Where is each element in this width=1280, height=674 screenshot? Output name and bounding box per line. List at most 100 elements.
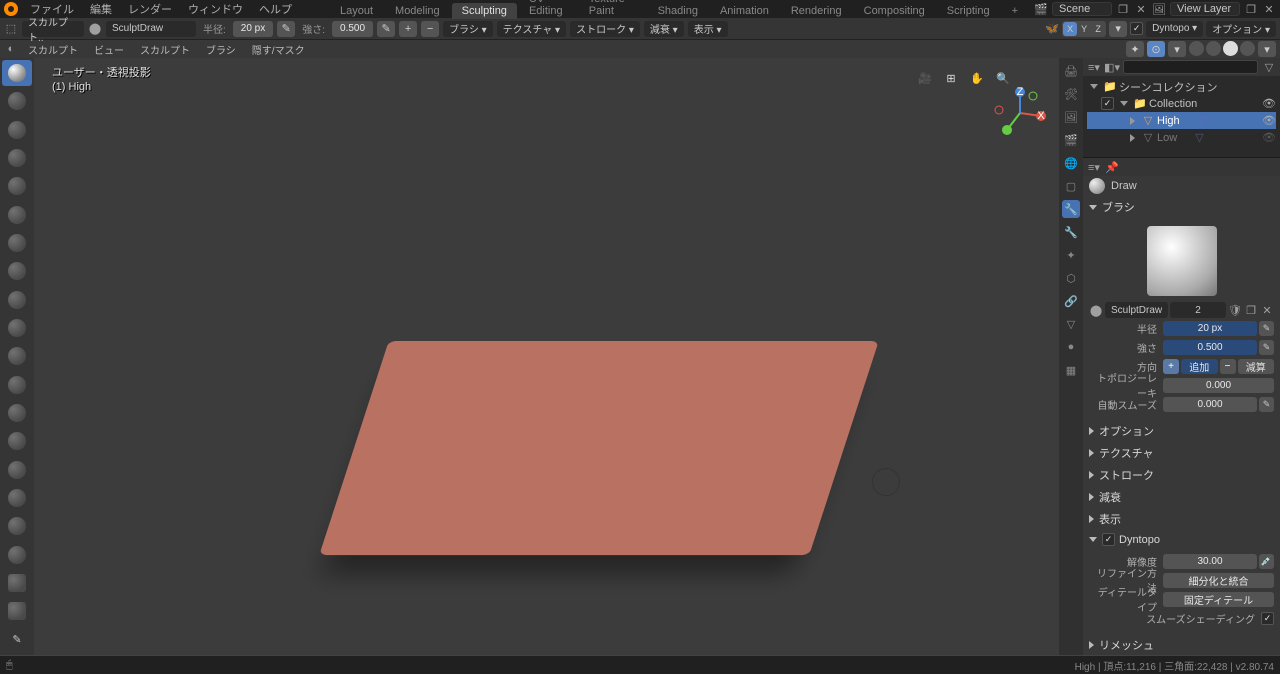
tool-boxmask[interactable] [2,570,32,596]
tool-scrape[interactable] [2,343,32,369]
mirror-x[interactable]: X [1063,22,1077,36]
tool-smooth[interactable] [2,258,32,284]
strength-field[interactable]: 0.500 [332,21,373,37]
radius-field[interactable]: 20 px [233,21,273,37]
tool-annotate[interactable]: ✎ [2,627,32,653]
ws-scripting[interactable]: Scripting [937,3,1000,19]
rtab-world[interactable]: 🌐 [1062,154,1080,172]
ws-sculpting[interactable]: Sculpting [452,3,517,19]
menu-help[interactable]: ヘルプ [251,1,300,17]
sub-sculpt[interactable]: スカルプト [22,42,84,57]
rtab-constraints[interactable]: 🔗 [1062,292,1080,310]
tree-item-high[interactable]: ▽ High ▽ 👁 [1087,112,1276,129]
hdr-display-menu[interactable]: 表示 ▾ [688,21,728,37]
tool-flatten[interactable] [2,287,32,313]
dyntopo-check[interactable] [1130,22,1143,35]
outliner-type-icon[interactable]: ≡▾ [1087,60,1101,74]
panel-dyntopo[interactable]: Dyntopo [1083,530,1280,549]
shade-rendered-icon[interactable] [1240,41,1255,56]
tool-mask[interactable] [2,542,32,568]
dir-sub-btn[interactable]: − [1220,359,1236,374]
outliner-search[interactable] [1123,60,1258,74]
tool-draw[interactable] [2,60,32,86]
viewlayer-del-icon[interactable]: ✕ [1262,2,1276,16]
vp-zoom-icon[interactable]: 🔍 [993,68,1013,88]
tree-item-low[interactable]: ▽ Low ▽ 👁 [1087,129,1276,146]
brush-name-prop[interactable]: SculptDraw [1105,302,1168,318]
panel-options[interactable]: オプション [1083,420,1280,442]
dir-add-btn[interactable]: + [1163,359,1179,374]
sub-view[interactable]: ビュー [88,42,130,57]
shade-wire-icon[interactable] [1189,41,1204,56]
ws-layout[interactable]: Layout [330,3,383,19]
ws-modeling[interactable]: Modeling [385,3,450,19]
rtab-mesh[interactable]: ▽ [1062,315,1080,333]
dir-add-icon[interactable]: + [399,21,417,37]
autosmooth-pressure-icon[interactable]: ✎ [1259,397,1274,412]
radius-pressure-icon[interactable]: ✎ [1259,321,1274,336]
menu-render[interactable]: レンダー [120,1,180,17]
vp-hand-icon[interactable]: ✋ [967,68,987,88]
rtab-scene[interactable]: 🎬 [1062,131,1080,149]
mirror-y[interactable]: Y [1077,22,1091,36]
panel-remesh[interactable]: リメッシュ [1083,634,1280,655]
outliner-display-icon[interactable]: ◧▾ [1105,60,1119,74]
menu-edit[interactable]: 編集 [82,1,120,17]
prop-autosmooth[interactable]: 0.000 [1163,397,1257,412]
hdr-stroke-menu[interactable]: ストローク ▾ [570,21,640,37]
hdr-brush-menu[interactable]: ブラシ ▾ [443,21,493,37]
scene-del-icon[interactable]: ✕ [1134,2,1148,16]
eye-icon[interactable]: 👁 [1262,114,1276,127]
tool-thumb[interactable] [2,457,32,483]
eye-icon[interactable]: 👁 [1262,97,1276,110]
brush-new-icon[interactable]: ❐ [1244,303,1258,317]
outliner-filter-icon[interactable]: ▽ [1262,60,1276,74]
mirror-opts-icon[interactable]: ▾ [1109,21,1127,37]
tool-clay[interactable] [2,88,32,114]
ws-anim[interactable]: Animation [710,3,779,19]
rtab-viewlayer[interactable]: 🖼 [1062,108,1080,126]
mode-select[interactable]: スカルプト.. [22,21,84,37]
hdr-texture-menu[interactable]: テクスチャ ▾ [497,21,566,37]
shading-opts-icon[interactable]: ▾ [1258,41,1276,57]
tool-rotate[interactable] [2,513,32,539]
rtab-material[interactable]: ● [1062,338,1080,356]
viewlayer-field[interactable]: View Layer [1170,2,1240,16]
strength-pressure-icon[interactable]: ✎ [377,21,395,37]
rtab-tool[interactable]: 🔧 [1062,200,1080,218]
tool-snake[interactable] [2,428,32,454]
ws-texpaint[interactable]: Texture Paint [579,0,646,19]
tool-inflate[interactable] [2,173,32,199]
tool-layer[interactable] [2,145,32,171]
vp-persp-icon[interactable]: ⊞ [941,68,961,88]
rtab-object[interactable]: ▢ [1062,177,1080,195]
shade-material-icon[interactable] [1223,41,1238,56]
options-menu[interactable]: オプション ▾ [1206,21,1276,37]
tree-scene-collection[interactable]: 📁 シーンコレクション [1087,78,1276,95]
eye-icon[interactable]: 👁 [1262,131,1276,144]
collection-enable-check[interactable] [1101,97,1114,110]
props-type-icon[interactable]: ≡▾ [1087,160,1101,174]
overlay-opts-icon[interactable]: ▾ [1168,41,1186,57]
rtab-render[interactable]: 🖨 [1062,62,1080,80]
dyn-refine[interactable]: 細分化と統合 [1163,573,1274,588]
sculpt-mode-icon[interactable]: ◐ [4,42,18,56]
ws-rendering[interactable]: Rendering [781,3,852,19]
tool-crease[interactable] [2,230,32,256]
gizmo-visibility-icon[interactable]: ✦ [1126,41,1144,57]
panel-brush[interactable]: ブラシ [1083,196,1280,218]
dyn-smoothshade-check[interactable] [1261,612,1274,625]
ws-add[interactable]: + [1002,3,1028,19]
viewlayer-new-icon[interactable]: ❐ [1244,2,1258,16]
scene-field[interactable]: Scene [1052,2,1112,16]
tool-claystrips[interactable] [2,117,32,143]
brush-preview-icon[interactable] [1147,226,1217,296]
brush-name-field[interactable]: SculptDraw [106,21,196,37]
brush-picker-icon[interactable]: ⬤ [88,22,102,36]
dir-sub-icon[interactable]: − [421,21,439,37]
dyntopo-panel-check[interactable] [1102,533,1115,546]
dyntopo-menu[interactable]: Dyntopo ▾ [1146,21,1203,37]
panel-stroke[interactable]: ストローク [1083,464,1280,486]
tool-fill[interactable] [2,315,32,341]
dir-add-lbl[interactable]: 追加 [1181,359,1218,374]
